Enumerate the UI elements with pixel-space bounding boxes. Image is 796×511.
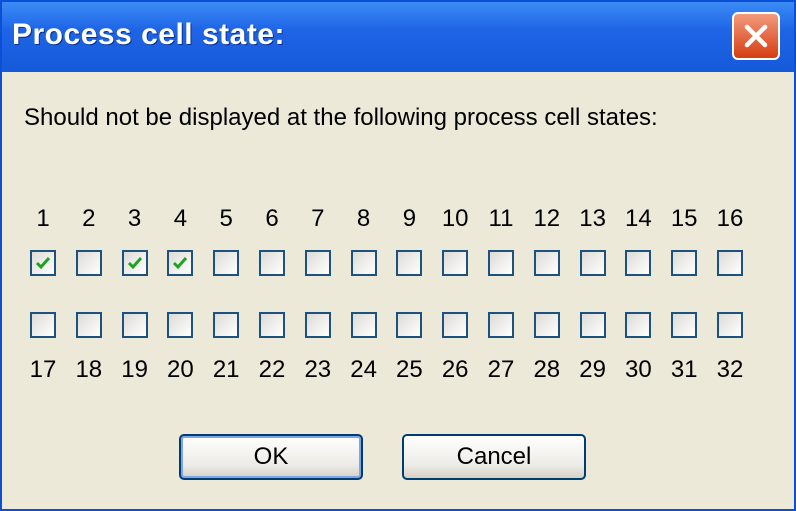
state-label: 6	[265, 205, 279, 232]
title-bar[interactable]: Process cell state:	[2, 2, 794, 72]
state-checkbox[interactable]	[121, 250, 148, 276]
state-label: 18	[75, 356, 103, 383]
state-label: 29	[579, 356, 606, 383]
state-checkbox[interactable]	[488, 312, 514, 338]
state-label: 24	[350, 356, 377, 383]
state-label: 32	[716, 356, 744, 383]
state-checkbox[interactable]	[396, 250, 423, 276]
state-label: 3	[127, 205, 142, 232]
state-checkbox[interactable]	[533, 312, 560, 338]
state-label: 30	[625, 356, 652, 383]
state-label: 4	[173, 205, 188, 232]
state-checkbox[interactable]	[75, 250, 102, 276]
state-label: 10	[441, 205, 469, 232]
state-checkbox[interactable]	[350, 250, 377, 276]
row2-labels: 17 18 19 20 21 22 23 24 25 26 27 28 29 30 31 32	[2, 356, 794, 386]
row1-labels: 1 2 3 4 5 6 7 8 9 10 11 12 13 14 15 16	[2, 205, 794, 235]
state-label: 28	[533, 356, 561, 383]
state-checkbox[interactable]	[442, 250, 469, 276]
close-icon	[744, 24, 768, 48]
state-checkbox[interactable]	[579, 250, 606, 276]
state-label: 20	[167, 356, 194, 383]
dialog-window: Process cell state: Should not be displa…	[0, 0, 796, 511]
ok-button[interactable]: OK	[179, 434, 363, 480]
state-checkbox[interactable]	[533, 250, 560, 276]
state-checkbox[interactable]	[717, 312, 743, 338]
state-label: 15	[670, 205, 698, 232]
state-checkbox[interactable]	[304, 250, 331, 276]
state-label: 21	[212, 356, 240, 383]
state-label: 1	[36, 205, 50, 232]
state-label: 2	[82, 205, 96, 232]
check-icon	[127, 257, 142, 270]
state-label: 12	[533, 205, 561, 232]
state-checkbox[interactable]	[625, 312, 652, 338]
state-checkbox[interactable]	[671, 312, 698, 338]
state-checkbox[interactable]	[671, 250, 698, 276]
state-label: 17	[29, 356, 57, 383]
state-checkbox[interactable]	[625, 250, 652, 276]
state-checkbox[interactable]	[350, 312, 377, 338]
state-label: 31	[670, 356, 698, 383]
row2-checkboxes	[2, 312, 794, 342]
state-checkbox[interactable]	[579, 312, 606, 338]
state-checkbox[interactable]	[259, 312, 285, 338]
state-label: 14	[625, 205, 652, 232]
state-label: 11	[488, 205, 514, 232]
state-label: 19	[121, 356, 148, 383]
state-checkbox[interactable]	[167, 312, 194, 338]
state-checkbox[interactable]	[442, 312, 469, 338]
state-checkbox[interactable]	[75, 312, 102, 338]
state-label: 22	[258, 356, 286, 383]
state-label: 13	[579, 205, 606, 232]
state-checkbox[interactable]	[121, 312, 148, 338]
state-checkbox[interactable]	[717, 250, 743, 276]
state-checkbox[interactable]	[396, 312, 423, 338]
window-title: Process cell state:	[12, 18, 285, 51]
state-label: 23	[304, 356, 332, 383]
state-checkbox[interactable]	[488, 250, 514, 276]
state-label: 27	[487, 356, 515, 383]
state-label: 7	[311, 205, 325, 232]
cancel-button[interactable]: Cancel	[402, 434, 586, 480]
state-checkbox[interactable]	[167, 250, 194, 276]
row1-checkboxes	[2, 250, 794, 280]
state-checkbox[interactable]	[213, 250, 240, 276]
check-icon	[35, 257, 51, 270]
state-label: 8	[356, 205, 371, 232]
state-label: 26	[441, 356, 469, 383]
check-icon	[173, 257, 188, 270]
close-button[interactable]	[732, 12, 780, 60]
state-label: 16	[716, 205, 744, 232]
state-label: 5	[219, 205, 233, 232]
state-checkbox[interactable]	[304, 312, 331, 338]
instruction-text: Should not be displayed at the following…	[24, 104, 658, 131]
state-checkbox[interactable]	[259, 250, 285, 276]
state-checkbox[interactable]	[30, 250, 56, 276]
state-checkbox[interactable]	[30, 312, 56, 338]
state-label: 9	[402, 205, 417, 232]
dialog-content: Should not be displayed at the following…	[2, 72, 794, 509]
state-checkbox[interactable]	[213, 312, 240, 338]
state-label: 25	[396, 356, 423, 383]
